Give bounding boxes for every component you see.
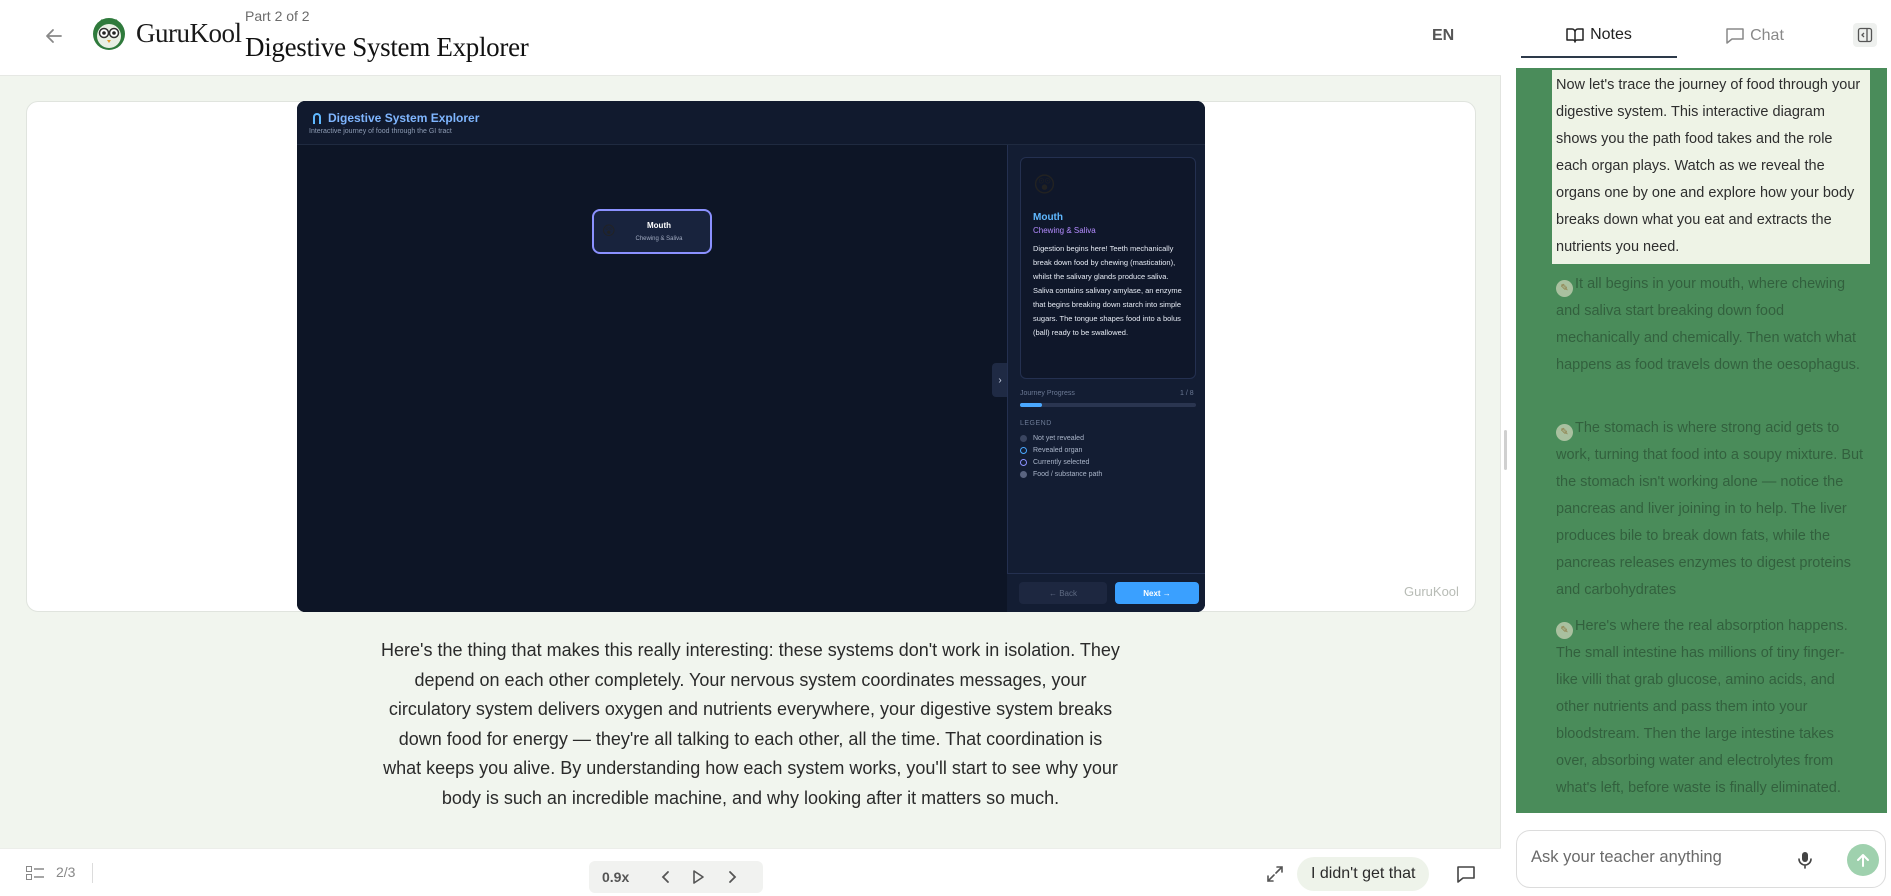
send-button[interactable] (1847, 844, 1879, 876)
page-title: Digestive System Explorer (245, 32, 529, 62)
legend-dot-icon (1020, 435, 1027, 442)
tab-chat[interactable]: Chat (1677, 14, 1833, 58)
progress-bar (1020, 403, 1196, 407)
gurukool-logo (90, 14, 128, 54)
legend-title: LEGEND (1020, 420, 1052, 427)
note-marker-icon: ✎ (1556, 622, 1573, 639)
note-item: ✎ The stomach is where strong acid gets t… (1556, 420, 1864, 598)
digestive-simulation: Digestive System Explorer Interactive jo… (297, 101, 1205, 612)
panel-resize-handle[interactable] (1504, 430, 1507, 470)
progress-count: 1 / 8 (1180, 390, 1194, 397)
language-selector[interactable]: EN (1432, 27, 1454, 45)
legend-dot-icon (1020, 447, 1027, 454)
tab-notes-label: Notes (1590, 26, 1632, 43)
legend-dot-icon (1020, 471, 1027, 478)
organ-info-card: 😲 Mouth Chewing & Saliva Digestion begin… (1020, 157, 1196, 379)
sim-next-button[interactable]: Next → (1115, 582, 1199, 604)
progress-fill (1020, 403, 1042, 407)
note-item: ✎ It all begins in your mouth, where chew… (1556, 276, 1860, 373)
legend-dot-icon (1020, 459, 1027, 466)
sim-back-button[interactable]: ← Back (1019, 582, 1107, 604)
mouth-face-icon: 😲 (1033, 172, 1056, 197)
playback-controls: 0.9x (589, 861, 763, 893)
ask-teacher-box (1516, 830, 1886, 888)
play-icon[interactable] (689, 867, 707, 887)
expand-icon[interactable] (1266, 865, 1284, 883)
organ-node-mouth[interactable]: 😲 Mouth Chewing & Saliva (592, 209, 712, 254)
panel-tabs: Notes Chat (1521, 14, 1891, 60)
sim-title: Digestive System Explorer (328, 111, 480, 125)
organ-node-role: Chewing & Saliva (635, 236, 683, 242)
part-label: Part 2 of 2 (245, 8, 310, 24)
sim-subtitle: Interactive journey of food through the … (309, 128, 452, 135)
sim-header: Digestive System Explorer Interactive jo… (297, 101, 1205, 145)
brand-name: GuruKool (136, 18, 242, 48)
top-bar: GuruKool Part 2 of 2 Digestive System Ex… (0, 0, 1501, 76)
chat-icon (1726, 28, 1744, 44)
lesson-transcript: Here's the thing that makes this really … (381, 640, 1120, 808)
note-item: ✎ Here's where the real absorption happen… (1556, 618, 1848, 796)
legend-item: Currently selected (1020, 459, 1089, 466)
divider (92, 863, 93, 883)
legend-item: Not yet revealed (1020, 435, 1084, 442)
collapse-sidebar-icon[interactable] (1853, 23, 1877, 47)
legend-item: Revealed organ (1020, 447, 1082, 454)
tab-notes[interactable]: Notes (1521, 14, 1677, 58)
didnt-get-that-button[interactable]: I didn't get that (1297, 857, 1430, 891)
arrow-up-icon (1857, 854, 1869, 867)
speed-button[interactable]: 0.9x (602, 869, 629, 885)
watermark: GuruKool (1404, 584, 1459, 599)
sim-footer: ← Back Next → (1007, 573, 1205, 612)
ask-input[interactable] (1531, 848, 1781, 867)
collapse-panel-button[interactable]: › (992, 363, 1008, 397)
sim-canvas[interactable]: 😲 Mouth Chewing & Saliva (297, 145, 1007, 612)
tab-chat-label: Chat (1750, 27, 1784, 44)
chat-bubble-icon[interactable] (1456, 865, 1476, 883)
book-icon (1566, 28, 1584, 43)
note-marker-icon: ✎ (1556, 424, 1573, 441)
note-marker-icon: ✎ (1556, 280, 1573, 297)
previous-icon[interactable] (657, 867, 675, 887)
next-icon[interactable] (723, 867, 741, 887)
organ-role: Chewing & Saliva (1033, 226, 1096, 235)
sim-info-panel: 😲 Mouth Chewing & Saliva Digestion begin… (1007, 145, 1205, 612)
microphone-icon[interactable] (1794, 849, 1816, 871)
organ-name: Mouth (1033, 212, 1063, 223)
organ-node-name: Mouth (647, 221, 671, 230)
digestive-icon (313, 113, 321, 124)
legend-item: Food / substance path (1020, 471, 1102, 478)
progress-label: Journey Progress (1020, 390, 1075, 397)
organ-description: Digestion begins here! Teeth mechanicall… (1033, 244, 1182, 337)
playback-bar: 2/3 0.9x I didn't get that (0, 848, 1501, 896)
slides-list-icon[interactable] (26, 866, 44, 880)
back-arrow-icon[interactable] (40, 22, 68, 50)
notes-list[interactable]: Now let's trace the journey of food thro… (1516, 68, 1887, 813)
note-current: Now let's trace the journey of food thro… (1556, 77, 1861, 255)
page-indicator: 2/3 (56, 864, 76, 880)
